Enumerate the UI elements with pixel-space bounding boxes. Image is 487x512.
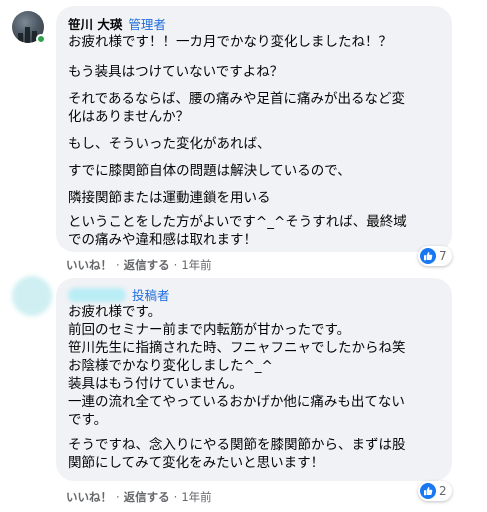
thumbs-up-icon	[420, 248, 436, 264]
comment-text-line: 装具はもう付けていません。	[68, 376, 243, 392]
comment-header: 投稿者	[68, 285, 170, 304]
comment-text-line: 隣接関節または運動連鎖を用いる	[68, 190, 271, 206]
thumbs-up-icon	[420, 483, 436, 499]
comment-text-line: それであるならば、腰の痛みや足首に痛みが出るなど変	[68, 91, 405, 107]
comment-text-line: お陰様でかなり変化しました^_^	[68, 358, 273, 374]
timestamp[interactable]: 1年前	[181, 490, 211, 504]
timestamp[interactable]: 1年前	[181, 258, 211, 272]
reaction-count: 2	[439, 484, 447, 498]
comment-text-line: 関節にしてみて変化をみたいと思います！	[68, 455, 325, 471]
comment-bubble: 笹川 大瑛 管理者 お疲れ様です！！一カ月でかなり変化しましたね！？ もう装具はつ…	[56, 6, 452, 252]
comment-text-line: すでに膝関節自体の問題は解決しているので、	[68, 163, 351, 179]
author-name[interactable]	[68, 288, 126, 302]
comment-text-line: での痛みや違和感は取れます！	[68, 232, 257, 248]
reaction-summary[interactable]: 2	[418, 481, 452, 501]
reply-button[interactable]: 返信する	[124, 490, 170, 504]
like-button[interactable]: いいね！	[66, 490, 112, 504]
avatar[interactable]	[12, 276, 52, 316]
separator-dot: ·	[116, 490, 120, 504]
like-button[interactable]: いいね！	[66, 258, 112, 272]
reply-button[interactable]: 返信する	[124, 258, 170, 272]
role-badge: 投稿者	[132, 288, 170, 303]
comment-actions: いいね！ · 返信する · 1年前	[66, 489, 212, 505]
author-name[interactable]: 笹川 大瑛	[68, 17, 122, 32]
separator-dot: ·	[173, 258, 178, 272]
comment-text-line: もし、そういった変化があれば、	[68, 136, 271, 152]
comment-text-line: 化はありませんか？	[68, 109, 190, 125]
role-badge: 管理者	[128, 17, 166, 32]
reaction-count: 7	[439, 249, 447, 263]
comment-text-line: そうですね、念入りにやる関節を膝関節から、まずは股	[68, 437, 406, 453]
separator-dot: ·	[116, 258, 120, 272]
separator-dot: ·	[173, 490, 178, 504]
reaction-summary[interactable]: 7	[418, 246, 452, 266]
comment-text-line: お疲れ様です！！一カ月でかなり変化しましたね！？	[68, 34, 392, 50]
comment-text-line: もう装具はつけていないですよね？	[68, 64, 284, 80]
comment-text-line: 前回のセミナー前まで内転筋が甘かったです。	[68, 322, 351, 338]
online-status-icon	[36, 34, 46, 44]
comment-bubble: 投稿者 お疲れ様です。 前回のセミナー前まで内転筋が甘かったです。 笹川先生に指…	[56, 278, 452, 481]
comment-header: 笹川 大瑛 管理者	[68, 14, 166, 33]
comment-text-line: 一連の流れ全てやっているおかげか他に痛みも出てない	[68, 394, 405, 410]
comment-text-line: 笹川先生に指摘された時、フニャフニャでしたからね笑	[68, 340, 406, 356]
comment-text-line: お疲れ様です。	[68, 304, 162, 320]
comment-actions: いいね！ · 返信する · 1年前	[66, 257, 212, 273]
comment-text-line: です。	[68, 412, 108, 428]
comment-text-line: ということをした方がよいです^_^そうすれば、最終域	[68, 214, 407, 230]
